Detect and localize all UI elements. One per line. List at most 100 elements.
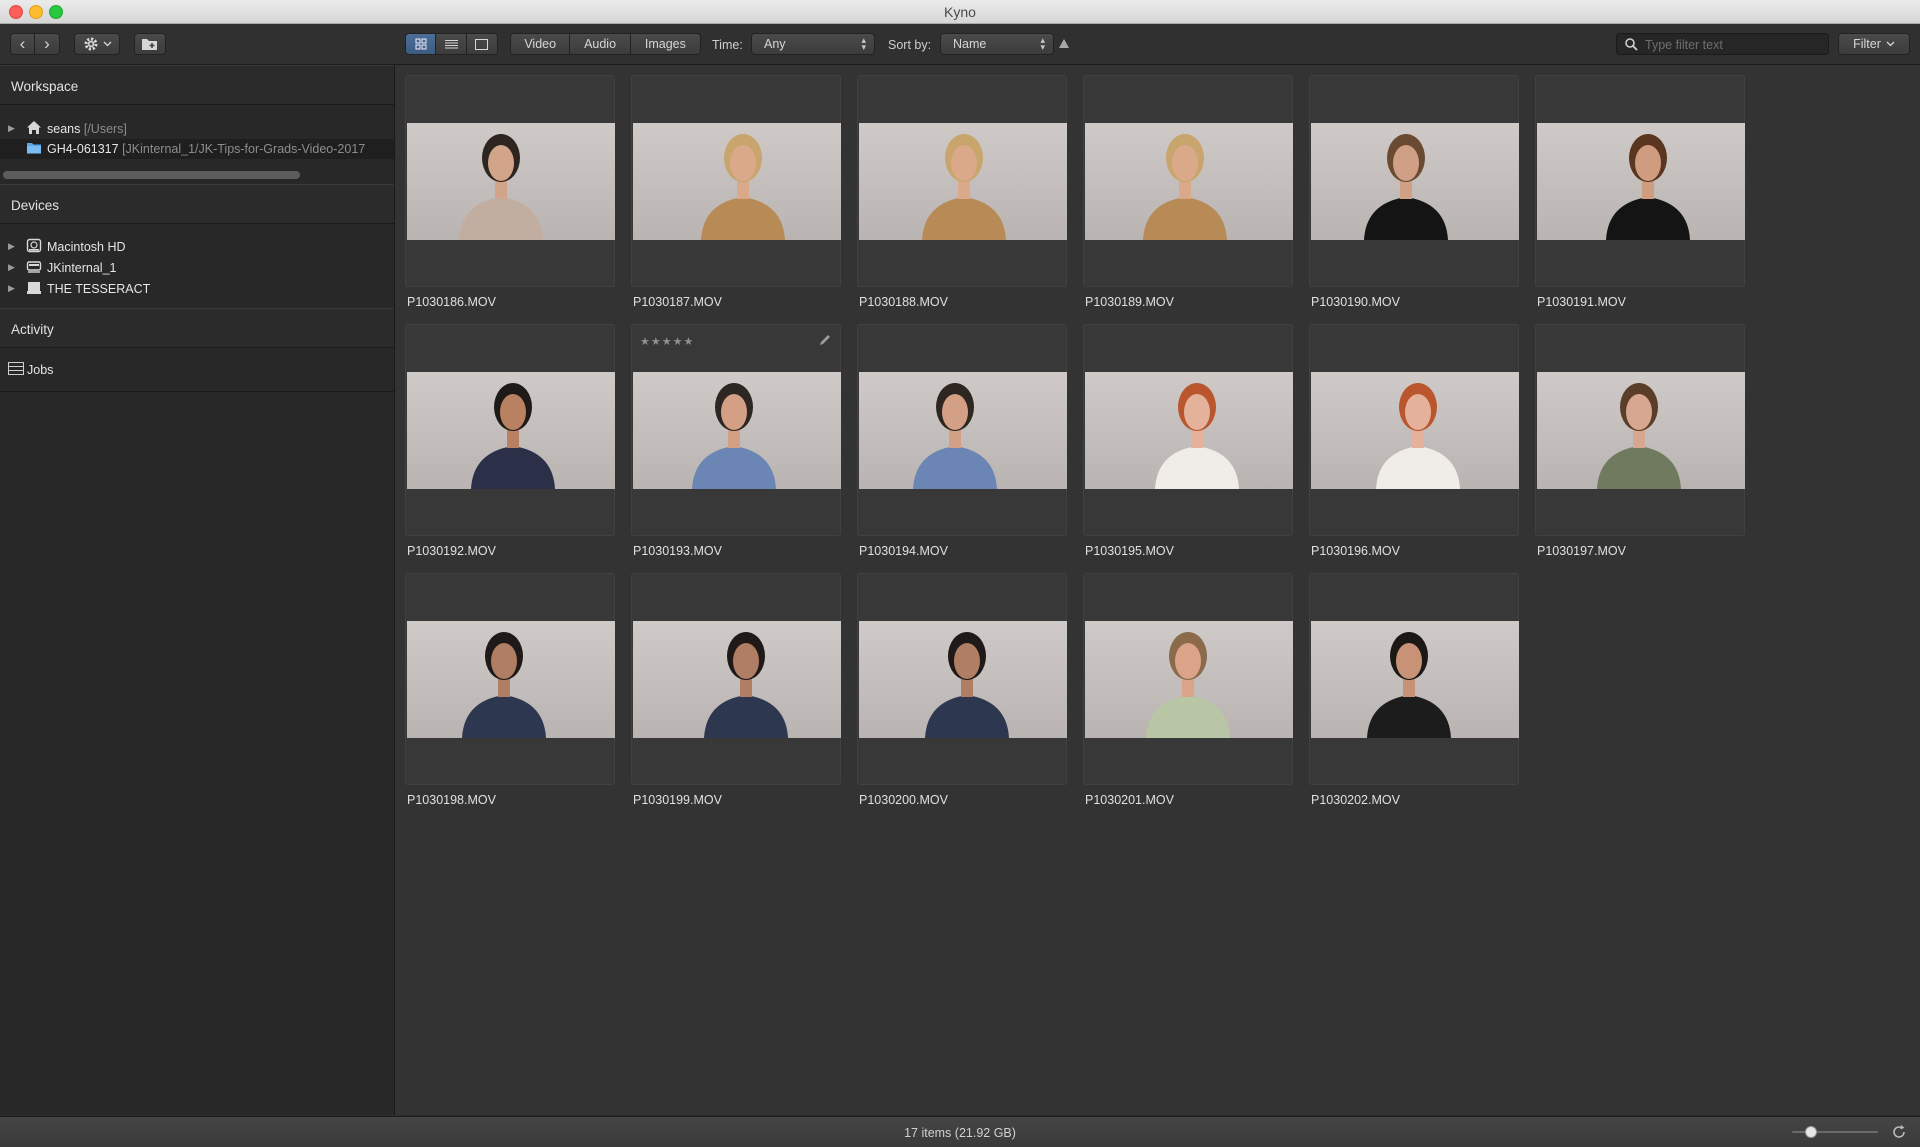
- list-view-button[interactable]: [436, 34, 467, 54]
- refresh-icon[interactable]: [1891, 1124, 1907, 1140]
- clip-filename[interactable]: P1030202.MOV: [1311, 793, 1400, 807]
- video-thumbnail[interactable]: [633, 621, 841, 738]
- clip-filename[interactable]: P1030201.MOV: [1085, 793, 1174, 807]
- horizontal-scrollbar[interactable]: [3, 171, 300, 179]
- filter-search-field[interactable]: [1616, 33, 1829, 55]
- clip-filename[interactable]: P1030189.MOV: [1085, 295, 1174, 309]
- video-thumbnail[interactable]: [1085, 621, 1293, 738]
- thumbnail-image: [1311, 123, 1519, 240]
- clip-filename[interactable]: P1030192.MOV: [407, 544, 496, 558]
- back-button[interactable]: ‹: [11, 34, 36, 54]
- external-drive-icon: [26, 261, 42, 273]
- window-title: Kyno: [944, 4, 976, 20]
- clip-filename[interactable]: P1030187.MOV: [633, 295, 722, 309]
- workspace-item-name: seans: [47, 122, 81, 136]
- sort-ascending-icon[interactable]: [1059, 39, 1069, 48]
- thumbnail-image: [1311, 372, 1519, 489]
- clip-filename[interactable]: P1030200.MOV: [859, 793, 948, 807]
- device-item-macintosh-hd[interactable]: ▶ Macintosh HD: [0, 237, 394, 257]
- time-select[interactable]: Any ▴ ▾: [751, 33, 875, 55]
- settings-menu-button[interactable]: [74, 33, 120, 55]
- clip-card[interactable]: [1535, 324, 1745, 536]
- device-item-the-tesseract[interactable]: ▶ THE TESSERACT: [0, 279, 394, 299]
- slider-knob[interactable]: [1805, 1126, 1817, 1138]
- clip-card[interactable]: [405, 573, 615, 785]
- video-thumbnail[interactable]: [859, 372, 1067, 489]
- clip-card[interactable]: [857, 573, 1067, 785]
- clip-filename[interactable]: P1030191.MOV: [1537, 295, 1626, 309]
- clip-card[interactable]: [857, 324, 1067, 536]
- toolbar: ‹ › Video Audio Images Time: Any ▴ ▾ Sor…: [0, 24, 1920, 65]
- clip-card[interactable]: [1083, 573, 1293, 785]
- clip-card[interactable]: [1309, 75, 1519, 287]
- chevron-down-icon: [1886, 41, 1895, 47]
- clip-filename[interactable]: P1030199.MOV: [633, 793, 722, 807]
- video-thumbnail[interactable]: [859, 123, 1067, 240]
- gear-icon: [84, 37, 97, 51]
- video-thumbnail[interactable]: [1537, 123, 1745, 240]
- audio-filter-button[interactable]: Audio: [570, 34, 631, 54]
- images-filter-button[interactable]: Images: [630, 34, 700, 54]
- filter-menu-button[interactable]: Filter: [1838, 33, 1910, 55]
- video-thumbnail[interactable]: [1537, 372, 1745, 489]
- forward-button[interactable]: ›: [35, 34, 59, 54]
- clip-card[interactable]: [1309, 324, 1519, 536]
- clip-card[interactable]: [857, 75, 1067, 287]
- grid-view-button[interactable]: [406, 34, 437, 54]
- chevron-left-icon: ‹: [19, 34, 26, 53]
- time-label: Time:: [712, 38, 743, 52]
- clip-filename[interactable]: P1030195.MOV: [1085, 544, 1174, 558]
- video-thumbnail[interactable]: [1311, 621, 1519, 738]
- disclosure-triangle-icon[interactable]: ▶: [8, 262, 15, 273]
- video-thumbnail[interactable]: [1311, 372, 1519, 489]
- clip-filename[interactable]: P1030188.MOV: [859, 295, 948, 309]
- clip-filename[interactable]: P1030193.MOV: [633, 544, 722, 558]
- video-thumbnail[interactable]: [633, 372, 841, 489]
- activity-section-header[interactable]: Activity: [0, 308, 394, 348]
- workspace-item-folder[interactable]: GH4-061317 [JKinternal_1/JK-Tips-for-Gra…: [0, 139, 394, 159]
- hard-drive-icon: [26, 238, 42, 253]
- video-filter-button[interactable]: Video: [511, 34, 571, 54]
- sort-by-select[interactable]: Name ▴ ▾: [940, 33, 1054, 55]
- disclosure-triangle-icon[interactable]: ▶: [8, 241, 15, 252]
- clip-card[interactable]: [1309, 573, 1519, 785]
- clip-filename[interactable]: P1030186.MOV: [407, 295, 496, 309]
- video-thumbnail[interactable]: [1085, 372, 1293, 489]
- workspace-section-header[interactable]: Workspace: [0, 65, 394, 105]
- clip-card[interactable]: [405, 75, 615, 287]
- devices-section-header[interactable]: Devices: [0, 184, 394, 224]
- single-view-button[interactable]: [466, 34, 497, 54]
- thumbnail-image: [859, 372, 1067, 489]
- video-thumbnail[interactable]: [859, 621, 1067, 738]
- clip-card[interactable]: [1083, 324, 1293, 536]
- video-thumbnail[interactable]: [1085, 123, 1293, 240]
- clip-filename[interactable]: P1030196.MOV: [1311, 544, 1400, 558]
- workspace-item-home[interactable]: ▶ seans [/Users]: [0, 119, 394, 139]
- jobs-item[interactable]: Jobs: [0, 361, 394, 379]
- clip-card[interactable]: [1535, 75, 1745, 287]
- clip-filename[interactable]: P1030190.MOV: [1311, 295, 1400, 309]
- clip-card[interactable]: [1083, 75, 1293, 287]
- clip-card[interactable]: ★★★★★: [631, 324, 841, 536]
- rating-stars[interactable]: ★★★★★: [640, 335, 694, 348]
- workspace-item-name: GH4-061317: [47, 142, 119, 156]
- home-icon: [27, 121, 41, 134]
- disclosure-triangle-icon[interactable]: ▶: [8, 283, 15, 294]
- video-thumbnail[interactable]: [407, 123, 615, 240]
- clip-filename[interactable]: P1030197.MOV: [1537, 544, 1626, 558]
- device-item-jkinternal[interactable]: ▶ JKinternal_1: [0, 258, 394, 278]
- video-thumbnail[interactable]: [633, 123, 841, 240]
- clip-card[interactable]: [631, 75, 841, 287]
- clip-filename[interactable]: P1030194.MOV: [859, 544, 948, 558]
- clip-card[interactable]: [631, 573, 841, 785]
- add-to-workspace-button[interactable]: [134, 33, 166, 55]
- clip-card[interactable]: [405, 324, 615, 536]
- video-thumbnail[interactable]: [407, 372, 615, 489]
- edit-pencil-icon[interactable]: [818, 333, 832, 347]
- filter-text-input[interactable]: [1643, 36, 1827, 54]
- disclosure-triangle-icon[interactable]: ▶: [8, 123, 15, 134]
- clip-filename[interactable]: P1030198.MOV: [407, 793, 496, 807]
- video-thumbnail[interactable]: [1311, 123, 1519, 240]
- video-thumbnail[interactable]: [407, 621, 615, 738]
- thumbnail-image: [1085, 372, 1293, 489]
